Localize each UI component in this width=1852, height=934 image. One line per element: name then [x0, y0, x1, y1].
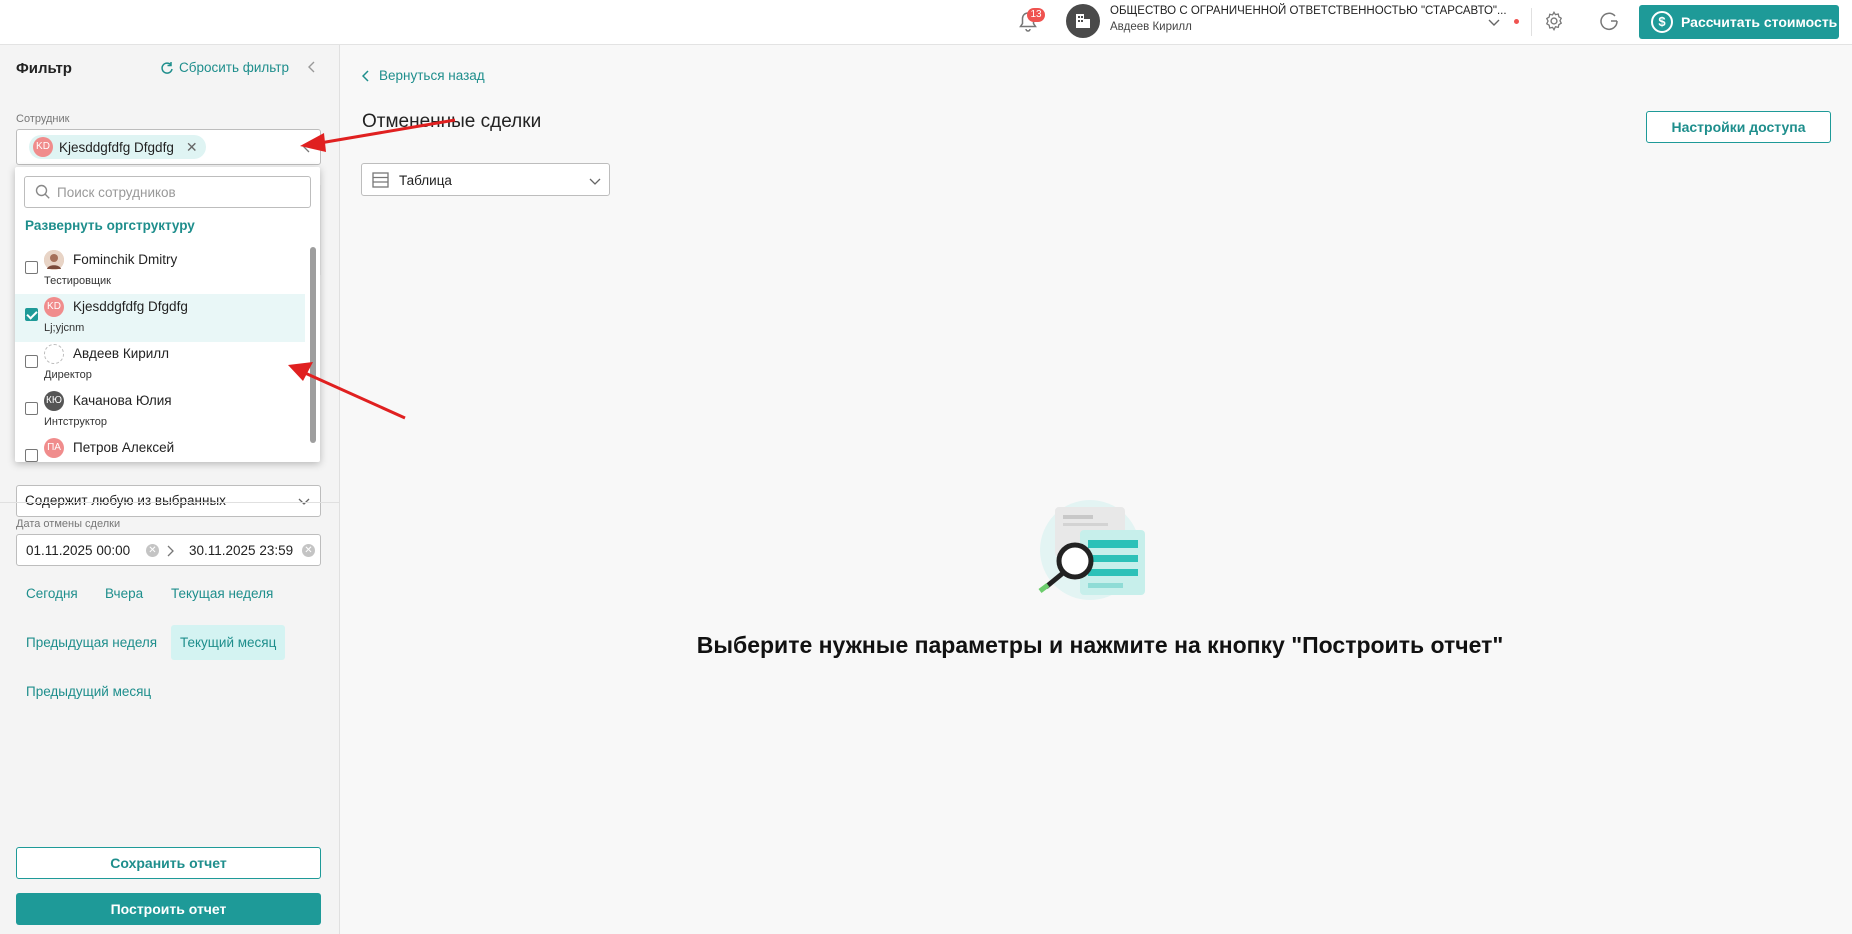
search-input[interactable]: [57, 182, 297, 202]
scrollbar[interactable]: [310, 247, 316, 443]
dollar-icon: $: [1651, 11, 1673, 33]
avatar: КЮ: [44, 391, 64, 411]
collapse-panel-icon[interactable]: [305, 59, 319, 75]
selected-employee-chip: KD Kjesddgfdfg Dfgdfg ✕: [29, 135, 206, 159]
employee-position: Интструктор: [44, 416, 108, 428]
chip-label: Kjesddgfdfg Dfgdfg: [59, 139, 174, 155]
chevron-down-icon: [298, 498, 310, 505]
checkbox[interactable]: [25, 402, 38, 415]
employee-name: Петров Алексей: [73, 440, 175, 455]
notifications-badge: 13: [1027, 8, 1045, 22]
checkbox[interactable]: [25, 261, 38, 274]
period-current-week[interactable]: Текущая неделя: [162, 576, 282, 611]
build-report-button[interactable]: Построить отчет: [16, 893, 321, 925]
calculate-cost-button[interactable]: $ Рассчитать стоимость: [1639, 5, 1839, 39]
employee-position: Тестировщик: [44, 275, 111, 287]
clear-date-from-icon[interactable]: ✕: [146, 544, 159, 557]
divider: [0, 502, 340, 503]
employee-name: Авдеев Кирилл: [73, 346, 170, 361]
employee-select[interactable]: KD Kjesddgfdfg Dfgdfg ✕: [16, 129, 321, 165]
view-mode-select[interactable]: Таблица: [361, 163, 610, 196]
page-title: Отмененные сделки: [362, 111, 542, 132]
status-dot: [1514, 19, 1519, 24]
date-from[interactable]: 01.11.2025 00:00: [26, 543, 130, 558]
avatar: KD: [33, 137, 53, 157]
back-link[interactable]: Вернуться назад: [362, 68, 485, 83]
period-previous-week[interactable]: Предыдущая неделя: [17, 625, 166, 660]
chevron-left-icon[interactable]: [301, 140, 313, 154]
reset-icon: [161, 61, 173, 74]
table-icon: [372, 172, 389, 188]
gear-icon[interactable]: [1543, 10, 1565, 32]
date-field-label: Дата отмены сделки: [16, 518, 121, 530]
org-avatar[interactable]: [1066, 4, 1100, 38]
expand-org-structure-link[interactable]: Развернуть оргструктуру: [25, 218, 195, 233]
chevron-left-icon: [362, 69, 369, 82]
org-name[interactable]: ОБЩЕСТВО С ОГРАНИЧЕННОЙ ОТВЕТСТВЕННОСТЬЮ…: [1110, 5, 1507, 17]
employee-dropdown: Развернуть оргструктуру Fominchik Dmitry…: [15, 167, 320, 462]
chevron-right-icon: [167, 545, 174, 557]
employee-name: Качанова Юлия: [73, 393, 172, 408]
refresh-icon[interactable]: [1598, 10, 1620, 32]
filter-title: Фильтр: [16, 60, 72, 77]
employee-position: Lj;yjcnm: [44, 322, 85, 334]
chevron-down-icon[interactable]: [1487, 15, 1501, 29]
current-user-name[interactable]: Авдеев Кирилл: [1110, 21, 1192, 33]
view-mode-value: Таблица: [399, 173, 452, 188]
reset-filter-label: Сбросить фильтр: [179, 60, 289, 75]
employee-search[interactable]: [24, 176, 311, 208]
top-bar: 13 ОБЩЕСТВО С ОГРАНИЧЕННОЙ ОТВЕТСТВЕННОС…: [0, 0, 1852, 45]
checkbox[interactable]: [25, 308, 38, 321]
avatar: [44, 250, 64, 270]
list-item[interactable]: Авдеев Кирилл Директор: [15, 341, 305, 389]
avatar: [44, 344, 64, 364]
chevron-down-icon: [589, 178, 601, 185]
empty-state-message: Выберите нужные параметры и нажмите на к…: [696, 632, 1504, 658]
reset-filter-button[interactable]: Сбросить фильтр: [160, 60, 289, 75]
date-range-field[interactable]: 01.11.2025 00:00 ✕ 30.11.2025 23:59 ✕: [16, 534, 321, 566]
empty-state-illustration-icon: [1038, 500, 1145, 600]
building-icon: [1076, 14, 1090, 28]
save-report-button[interactable]: Сохранить отчет: [16, 847, 321, 879]
match-mode-select[interactable]: Содержит любую из выбранных: [16, 485, 321, 517]
access-settings-button[interactable]: Настройки доступа: [1646, 111, 1831, 143]
date-to[interactable]: 30.11.2025 23:59: [189, 543, 293, 558]
calculate-cost-label: Рассчитать стоимость: [1681, 14, 1838, 30]
clear-date-to-icon[interactable]: ✕: [302, 544, 315, 557]
list-item[interactable]: Fominchik Dmitry Тестировщик: [15, 247, 305, 295]
employee-name: Fominchik Dmitry: [73, 252, 178, 267]
match-mode-value: Содержит любую из выбранных: [25, 493, 226, 508]
period-previous-month[interactable]: Предыдущий месяц: [17, 674, 160, 709]
employee-position: Директор: [44, 369, 92, 381]
period-yesterday[interactable]: Вчера: [96, 576, 152, 611]
search-icon: [35, 184, 50, 199]
list-item[interactable]: ПА Петров Алексей: [15, 435, 305, 462]
employee-name: Kjesddgfdfg Dfgdfg: [73, 299, 188, 314]
list-item[interactable]: КЮ Качанова Юлия Интструктор: [15, 388, 305, 436]
divider: [1531, 8, 1532, 36]
checkbox[interactable]: [25, 355, 38, 368]
remove-chip-icon[interactable]: ✕: [186, 139, 198, 156]
employee-field-label: Сотрудник: [16, 113, 70, 125]
period-current-month[interactable]: Текущий месяц: [171, 625, 286, 660]
period-today[interactable]: Сегодня: [17, 576, 87, 611]
avatar: ПА: [44, 438, 64, 458]
checkbox[interactable]: [25, 449, 38, 462]
back-link-label: Вернуться назад: [379, 68, 485, 83]
avatar: KD: [44, 297, 64, 317]
list-item[interactable]: KD Kjesddgfdfg Dfgdfg Lj;yjcnm: [15, 294, 305, 342]
